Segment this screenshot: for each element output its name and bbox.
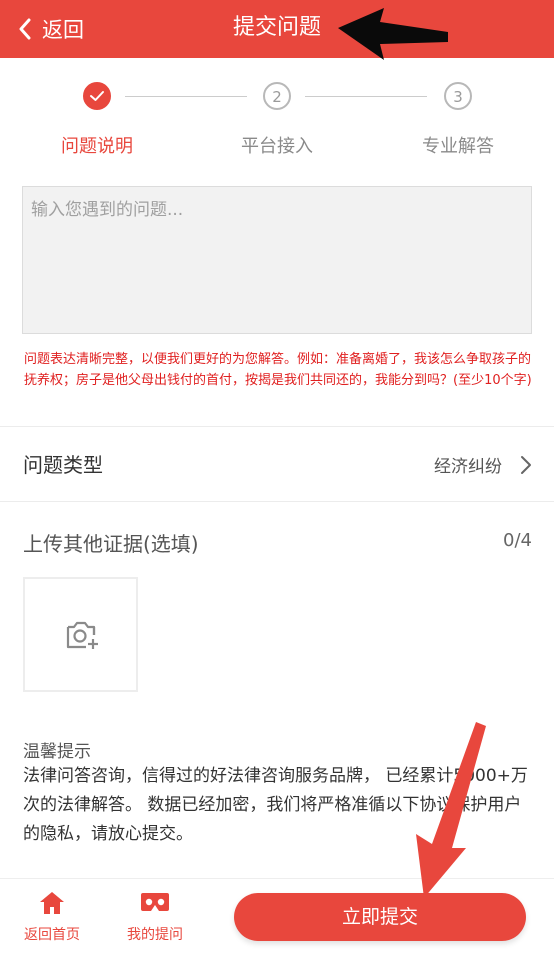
question-type-value: 经济纠纷 [434,457,502,477]
step-2-label: 平台接入 [241,136,313,157]
step-1-label: 问题说明 [61,136,133,157]
annotation-arrow-icon [416,722,486,898]
question-input[interactable] [22,186,532,334]
nav-home-button[interactable]: 返回首页 [7,879,97,953]
step-3-circle: 3 [444,82,472,110]
nav-my-questions-button[interactable]: 我的提问 [110,879,200,953]
camera-add-icon [66,621,98,649]
upload-photo-button[interactable] [23,577,138,692]
question-type-row[interactable]: 问题类型 经济纠纷 [0,427,554,501]
top-header: 返回 提交问题 [0,0,554,58]
vr-glasses-icon [141,893,169,911]
question-type-label: 问题类型 [23,453,103,477]
tips-title: 温馨提示 [23,742,91,762]
step-connector [305,96,427,97]
annotation-arrow-icon [338,8,448,60]
chevron-left-icon [19,18,31,40]
divider [0,501,554,502]
nav-home-label: 返回首页 [24,927,80,943]
step-3-label: 专业解答 [422,136,494,157]
nav-my-questions-label: 我的提问 [127,927,183,943]
submit-button[interactable]: 立即提交 [234,893,526,941]
step-connector [125,96,247,97]
chevron-right-icon [521,456,531,474]
home-icon [40,892,64,914]
step-2-circle: 2 [263,82,291,110]
step-1-check-icon [83,82,111,110]
upload-count: 0/4 [503,530,532,551]
upload-title: 上传其他证据(选填) [23,532,199,556]
progress-steps: 2 3 问题说明 平台接入 专业解答 [0,70,554,170]
question-hint: 问题表达清晰完整，以便我们更好的为您解答。例如：准备离婚了，我该怎么争取孩子的抚… [24,352,532,388]
back-button[interactable]: 返回 [18,12,84,46]
back-label: 返回 [42,18,84,42]
